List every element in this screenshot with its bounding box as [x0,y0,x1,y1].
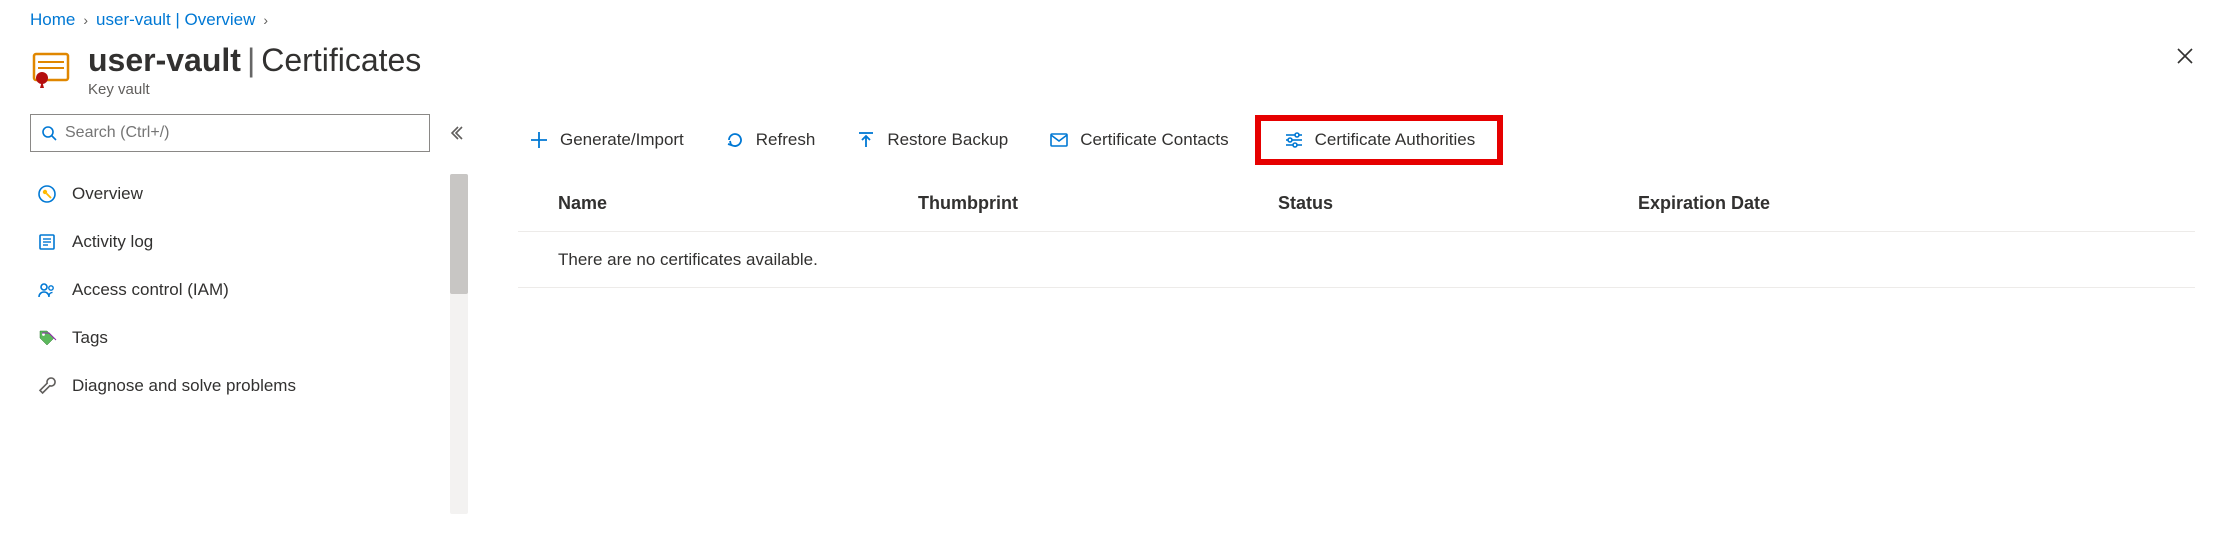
table-empty-row: There are no certificates available. [518,232,2195,288]
restore-backup-button[interactable]: Restore Backup [845,119,1018,161]
toolbar: Generate/Import Refresh Restore Backup C… [518,114,2195,166]
sidebar-item-label: Access control (IAM) [72,280,229,300]
toolbar-label: Restore Backup [887,130,1008,150]
refresh-icon [724,129,746,151]
mail-icon [1048,129,1070,151]
certificate-contacts-button[interactable]: Certificate Contacts [1038,119,1238,161]
wrench-icon [36,375,58,397]
toolbar-label: Generate/Import [560,130,684,150]
close-button[interactable] [2171,42,2199,70]
tags-icon [36,327,58,349]
key-circle-icon [36,183,58,205]
sidebar-item-label: Diagnose and solve problems [72,376,296,396]
search-input[interactable] [65,124,419,142]
col-status[interactable]: Status [1278,193,1638,214]
col-thumbprint[interactable]: Thumbprint [918,193,1278,214]
table-header: Name Thumbprint Status Expiration Date [518,176,2195,232]
resource-type-label: Key vault [88,81,421,98]
sidebar-item-activity-log[interactable]: Activity log [30,218,470,266]
search-icon [41,125,57,141]
sidebar-item-tags[interactable]: Tags [30,314,470,362]
plus-icon [528,129,550,151]
key-vault-icon [30,48,74,92]
upload-icon [855,129,877,151]
page-title: Certificates [261,42,421,79]
col-expiration[interactable]: Expiration Date [1638,193,2155,214]
sidebar-item-label: Tags [72,328,108,348]
people-icon [36,279,58,301]
sliders-icon [1283,129,1305,151]
search-box[interactable] [30,114,430,152]
sidebar-item-label: Overview [72,184,143,204]
sidebar: Overview Activity log Access control (IA… [30,114,470,410]
sidebar-item-label: Activity log [72,232,153,252]
page-header: user-vault | Certificates Key vault [0,36,2235,114]
toolbar-label: Refresh [756,130,816,150]
resource-name: user-vault [88,42,241,79]
sidebar-item-access-control[interactable]: Access control (IAM) [30,266,470,314]
refresh-button[interactable]: Refresh [714,119,826,161]
breadcrumb-item[interactable]: user-vault | Overview [96,10,255,30]
sidebar-scrollbar-thumb[interactable] [450,174,468,294]
certificates-table: Name Thumbprint Status Expiration Date T… [518,176,2195,288]
chevron-right-icon: › [83,12,88,28]
main-content: Generate/Import Refresh Restore Backup C… [470,114,2235,410]
sidebar-nav: Overview Activity log Access control (IA… [30,170,470,410]
sidebar-item-overview[interactable]: Overview [30,170,470,218]
sidebar-item-diagnose[interactable]: Diagnose and solve problems [30,362,470,410]
collapse-sidebar-button[interactable] [448,125,464,141]
sidebar-scrollbar[interactable] [450,174,468,514]
title-separator: | [247,42,255,79]
toolbar-label: Certificate Authorities [1315,130,1476,150]
certificate-authorities-button[interactable]: Certificate Authorities [1259,119,1500,161]
generate-import-button[interactable]: Generate/Import [518,119,694,161]
breadcrumb-home[interactable]: Home [30,10,75,30]
col-name[interactable]: Name [558,193,918,214]
breadcrumb: Home › user-vault | Overview › [0,0,2235,36]
activity-log-icon [36,231,58,253]
chevron-right-icon: › [263,12,268,28]
toolbar-label: Certificate Contacts [1080,130,1228,150]
empty-message: There are no certificates available. [558,250,2155,270]
